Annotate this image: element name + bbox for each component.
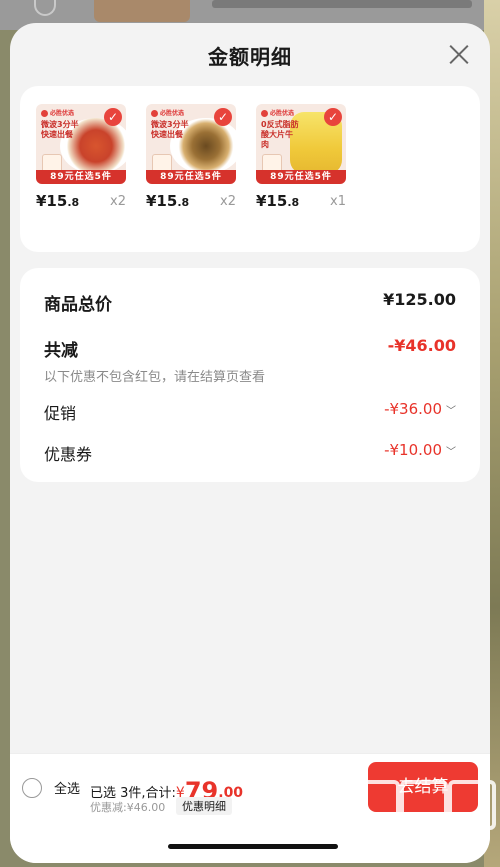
reduce-note: 以下优惠不包含红包，请在结算页查看	[44, 370, 266, 385]
product-image: 必胜优选 微波3分半快速出餐 ✓ 89元任选5件	[146, 104, 236, 184]
price-detail-sheet: 金额明细 必胜优选 微波3分半快速出餐 ✓ 89元任选5件 ¥15.8 x2 必…	[10, 23, 490, 863]
check-icon: ✓	[324, 108, 342, 126]
promo-band: 89元任选5件	[146, 170, 236, 184]
reduce-value: -¥46.00	[387, 336, 456, 355]
close-icon[interactable]	[446, 41, 472, 67]
background-radio	[34, 0, 56, 16]
product-slogan: 微波3分半快速出餐	[151, 120, 189, 139]
watermark-text: zhizhizhi.com	[389, 828, 451, 838]
total-label: 商品总价	[44, 295, 112, 315]
reduce-label: 共减	[44, 341, 78, 361]
select-all-radio[interactable]	[22, 778, 42, 798]
coupon-row[interactable]: 优惠券 -¥10.00 ﹀	[44, 441, 456, 465]
promo-value: -¥36.00 ﹀	[384, 400, 456, 418]
home-indicator	[168, 844, 338, 849]
product-qty: x1	[330, 194, 346, 209]
reduce-row: 共减 -¥46.00 以下优惠不包含红包，请在结算页查看	[44, 336, 456, 386]
background-thumbnail	[94, 0, 190, 22]
chevron-down-icon[interactable]: ﹀	[446, 402, 456, 417]
check-icon: ✓	[214, 108, 232, 126]
product-image: 必胜优选 微波3分半快速出餐 ✓ 89元任选5件	[36, 104, 126, 184]
product-slogan: 0反式脂肪酸大片牛肉	[261, 120, 299, 149]
product-image: 必胜优选 0反式脂肪酸大片牛肉 ✓ 89元任选5件	[256, 104, 346, 184]
discount-detail-button[interactable]: 优惠明细	[176, 797, 232, 815]
product-price: ¥15.8	[36, 192, 80, 210]
chevron-down-icon[interactable]: ﹀	[446, 443, 456, 458]
product-qty: x2	[110, 194, 126, 209]
promo-label: 促销	[44, 404, 77, 423]
brand-logo: 必胜优选	[261, 108, 294, 117]
check-icon: ✓	[104, 108, 122, 126]
sheet-title: 金额明细	[208, 45, 292, 69]
watermark-logo: zhizhizhi.com	[350, 780, 496, 840]
breakdown-card: 商品总价 ¥125.00 共减 -¥46.00 以下优惠不包含红包，请在结算页查…	[20, 268, 480, 482]
coupon-label: 优惠券	[44, 445, 93, 464]
product-slogan: 微波3分半快速出餐	[41, 120, 79, 139]
background-text	[212, 0, 472, 8]
discount-text: 优惠减:¥46.00	[90, 801, 166, 814]
promo-band: 89元任选5件	[256, 170, 346, 184]
product-item[interactable]: 必胜优选 微波3分半快速出餐 ✓ 89元任选5件 ¥15.8 x2	[146, 104, 246, 214]
total-value: ¥125.00	[383, 290, 456, 309]
promo-row[interactable]: 促销 -¥36.00 ﹀	[44, 400, 456, 424]
product-price: ¥15.8	[146, 192, 190, 210]
product-item[interactable]: 必胜优选 0反式脂肪酸大片牛肉 ✓ 89元任选5件 ¥15.8 x1	[256, 104, 356, 214]
brand-logo: 必胜优选	[41, 108, 74, 117]
products-card: 必胜优选 微波3分半快速出餐 ✓ 89元任选5件 ¥15.8 x2 必胜优选 微…	[20, 86, 480, 252]
total-row: 商品总价 ¥125.00	[44, 290, 456, 315]
product-qty: x2	[220, 194, 236, 209]
product-item[interactable]: 必胜优选 微波3分半快速出餐 ✓ 89元任选5件 ¥15.8 x2	[36, 104, 136, 214]
product-price: ¥15.8	[256, 192, 300, 210]
promo-band: 89元任选5件	[36, 170, 126, 184]
brand-logo: 必胜优选	[151, 108, 184, 117]
select-all-label[interactable]: 全选	[54, 778, 80, 797]
coupon-value: -¥10.00 ﹀	[384, 441, 456, 459]
